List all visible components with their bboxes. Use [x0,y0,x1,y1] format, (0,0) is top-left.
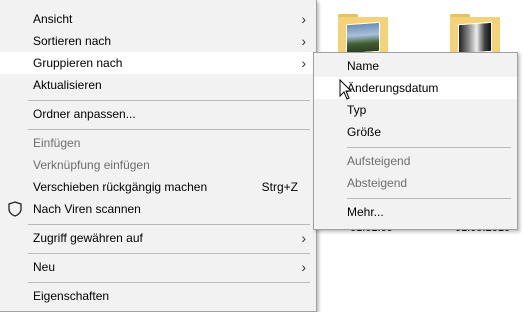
menu-separator [28,282,310,283]
submenu-item-aufsteigend: Aufsteigend [314,150,517,172]
menu-item-einfuegen: Einfügen [0,132,316,154]
chevron-right-icon: › [301,55,306,71]
submenu-item-label: Größe [347,125,382,139]
menu-item-neu[interactable]: Neu › [0,256,316,278]
menu-item-verschieben-rueckgaengig[interactable]: Verschieben rückgängig machen Strg+Z [0,176,316,198]
menu-item-ansicht[interactable]: Ansicht › [0,8,316,30]
menu-item-label: Eigenschaften [33,289,110,303]
chevron-right-icon: › [301,259,306,275]
menu-item-label: Verschieben rückgängig machen [33,180,208,194]
menu-separator [28,253,310,254]
menu-separator [28,100,310,101]
menu-item-ordner-anpassen[interactable]: Ordner anpassen... [0,103,316,125]
submenu-item-label: Typ [347,103,367,117]
shield-icon [8,201,22,217]
submenu-item-name[interactable]: Name [314,55,517,77]
menu-separator [28,129,310,130]
menu-item-label: Aktualisieren [33,78,102,92]
menu-item-sortieren-nach[interactable]: Sortieren nach › [0,30,316,52]
menu-item-label: Ansicht [33,12,73,26]
submenu-item-groesse[interactable]: Größe [314,121,517,143]
menu-item-aktualisieren[interactable]: Aktualisieren [0,74,316,96]
menu-item-label: Gruppieren nach [33,56,123,70]
submenu-item-label: Mehr... [347,205,384,219]
chevron-right-icon: › [301,11,306,27]
submenu-item-label: Aufsteigend [347,154,411,168]
menu-item-eigenschaften[interactable]: Eigenschaften [0,285,316,307]
submenu-item-absteigend: Absteigend [314,172,517,194]
menu-item-verknuepfung-einfuegen: Verknüpfung einfügen [0,154,316,176]
submenu-item-typ[interactable]: Typ [314,99,517,121]
menu-item-label: Neu [33,260,56,274]
submenu-item-label: Name [347,59,380,73]
menu-separator [347,198,511,199]
menu-item-label: Nach Viren scannen [33,202,141,216]
menu-item-shortcut: Strg+Z [261,180,298,194]
menu-item-nach-viren-scannen[interactable]: Nach Viren scannen [0,198,316,220]
menu-item-label: Sortieren nach [33,34,112,48]
menu-item-label: Einfügen [33,136,81,150]
chevron-right-icon: › [301,33,306,49]
submenu-item-mehr[interactable]: Mehr... [314,201,517,223]
menu-separator [28,224,310,225]
menu-separator [347,147,511,148]
menu-item-label: Zugriff gewähren auf [33,231,143,245]
menu-item-zugriff-gewaehren[interactable]: Zugriff gewähren auf › [0,227,316,249]
folder-icon[interactable] [338,14,388,55]
chevron-right-icon: › [301,230,306,246]
folder-icon[interactable] [450,14,500,55]
context-menu: Ansicht › Sortieren nach › Gruppieren na… [0,0,317,312]
menu-item-label: Ordner anpassen... [33,107,136,121]
submenu-item-label: Änderungsdatum [347,81,439,95]
menu-item-gruppieren-nach[interactable]: Gruppieren nach › [0,52,316,74]
menu-item-label: Verknüpfung einfügen [33,158,150,172]
mouse-cursor-icon [339,79,353,100]
submenu-item-label: Absteigend [347,176,408,190]
